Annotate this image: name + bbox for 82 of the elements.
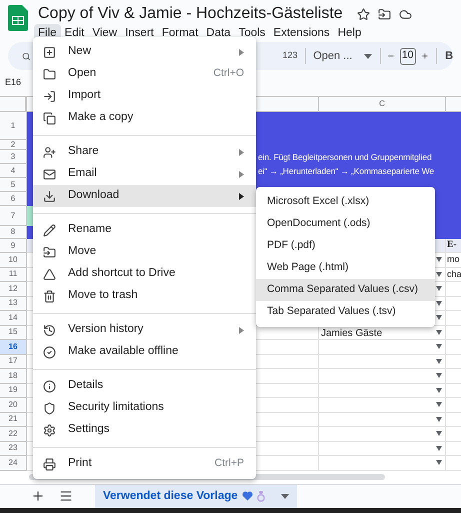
banner-text: ein. Fügt Begleitpersonen und Gruppenmitglied bbox=[258, 150, 432, 164]
row-number[interactable]: 11 bbox=[0, 268, 27, 282]
row-number[interactable]: 7 bbox=[0, 206, 27, 226]
submenu-item[interactable]: Tab Separated Values (.tsv) bbox=[256, 301, 435, 323]
menu-item-label: Move bbox=[68, 244, 96, 260]
menu-item[interactable]: Make available offline bbox=[33, 341, 256, 363]
menu-item[interactable]: Download bbox=[33, 185, 256, 207]
banner-text: ei“ → „Herunterladen“ → „Kommaseparierte We bbox=[258, 164, 434, 178]
menu-item-label: Import bbox=[68, 88, 101, 104]
row-number[interactable]: 19 bbox=[0, 384, 27, 398]
row-number[interactable]: 18 bbox=[0, 369, 27, 384]
row-number[interactable]: 24 bbox=[0, 456, 27, 470]
row-number[interactable]: 4 bbox=[0, 164, 27, 178]
row-number[interactable]: 3 bbox=[0, 150, 27, 164]
menu-item-label: Move to trash bbox=[68, 288, 138, 304]
shortcut-text: Ctrl+O bbox=[213, 66, 244, 82]
menu-item-label: Print bbox=[68, 456, 92, 472]
font-dropdown[interactable]: Open ... bbox=[313, 48, 372, 64]
menu-item[interactable]: Email bbox=[33, 163, 256, 185]
sheet-tab[interactable]: Verwendet diese Vorlage bbox=[95, 484, 297, 508]
menu-item[interactable]: Share bbox=[33, 141, 256, 163]
row-number[interactable]: 20 bbox=[0, 398, 27, 412]
menu-item-label: Security limitations bbox=[68, 400, 164, 416]
menu-item[interactable]: Settings bbox=[33, 419, 256, 441]
menu-item-label: Make available offline bbox=[68, 344, 178, 360]
menu-item[interactable]: Print Ctrl+P bbox=[33, 453, 256, 475]
menu-item[interactable]: New bbox=[33, 41, 256, 63]
row-number[interactable]: 17 bbox=[0, 354, 27, 369]
menu-item-label: Rename bbox=[68, 222, 112, 238]
row-number[interactable]: 16 bbox=[0, 340, 27, 354]
row-number[interactable]: 5 bbox=[0, 178, 27, 192]
row-number[interactable]: 14 bbox=[0, 311, 27, 326]
column-header[interactable]: C bbox=[319, 97, 446, 111]
menu-item[interactable]: Security limitations bbox=[33, 397, 256, 419]
menu-item-label: Download bbox=[68, 188, 120, 204]
row-number[interactable]: 8 bbox=[0, 226, 27, 239]
row-number[interactable]: 10 bbox=[0, 253, 27, 268]
menu-item[interactable]: Add shortcut to Drive bbox=[33, 263, 256, 285]
menu-item-label: Make a copy bbox=[68, 110, 134, 126]
menu-item[interactable]: Open Ctrl+O bbox=[33, 63, 256, 85]
menu-bar-item[interactable]: Help bbox=[334, 24, 366, 44]
row-number[interactable]: 15 bbox=[0, 326, 27, 340]
row-number[interactable]: 2 bbox=[0, 140, 27, 150]
submenu-item[interactable]: Comma Separated Values (.csv) bbox=[256, 279, 435, 301]
menu-item[interactable]: Move to trash bbox=[33, 285, 256, 307]
menu-item-label: Share bbox=[68, 144, 99, 160]
menu-item[interactable]: Make a copy bbox=[33, 107, 256, 129]
submenu-item[interactable]: OpenDocument (.ods) bbox=[256, 213, 435, 235]
row-number[interactable]: 23 bbox=[0, 442, 27, 456]
row-number[interactable]: 6 bbox=[0, 192, 27, 206]
menu-bar-item[interactable]: Extensions bbox=[269, 24, 334, 44]
submenu-item[interactable]: PDF (.pdf) bbox=[256, 235, 435, 257]
menu-item[interactable]: Import bbox=[33, 85, 256, 107]
menu-item[interactable]: Version history bbox=[33, 319, 256, 341]
row-number[interactable]: 9 bbox=[0, 239, 27, 253]
menu-item-label: New bbox=[68, 44, 92, 60]
font-size-field[interactable]: 10 bbox=[400, 48, 416, 64]
menu-item[interactable]: Move bbox=[33, 241, 256, 263]
bold-button[interactable]: B bbox=[445, 48, 454, 64]
number-format-button[interactable]: 123 bbox=[282, 49, 298, 63]
row-number[interactable]: 12 bbox=[0, 282, 27, 296]
menu-item-label: Version history bbox=[68, 322, 144, 338]
grid-cell[interactable]: mo bbox=[446, 253, 461, 268]
menu-item-label: Open bbox=[68, 66, 96, 82]
cell-text: E- bbox=[447, 239, 456, 252]
row-number[interactable]: 22 bbox=[0, 427, 27, 442]
document-title[interactable]: Copy of Viv & Jamie - Hochzeits-Gästeliste bbox=[38, 2, 343, 26]
row-number[interactable]: 13 bbox=[0, 296, 27, 311]
menu-item-label: Add shortcut to Drive bbox=[68, 266, 176, 282]
cell-text: Jamies Gäste bbox=[321, 328, 382, 340]
row-number[interactable]: 1 bbox=[0, 112, 27, 140]
menu-item[interactable]: Rename bbox=[33, 219, 256, 241]
menu-item[interactable]: Details bbox=[33, 375, 256, 397]
submenu-item[interactable]: Web Page (.html) bbox=[256, 257, 435, 279]
grid-cell[interactable]: E- bbox=[446, 239, 461, 253]
name-box[interactable]: E16 bbox=[5, 76, 22, 90]
shortcut-text: Ctrl+P bbox=[214, 456, 244, 472]
menu-item-label: Settings bbox=[68, 422, 110, 438]
menu-item-label: Details bbox=[68, 378, 104, 394]
submenu-item[interactable]: Microsoft Excel (.xlsx) bbox=[256, 191, 435, 213]
row-number[interactable]: 21 bbox=[0, 412, 27, 427]
menu-item-label: Email bbox=[68, 166, 97, 182]
